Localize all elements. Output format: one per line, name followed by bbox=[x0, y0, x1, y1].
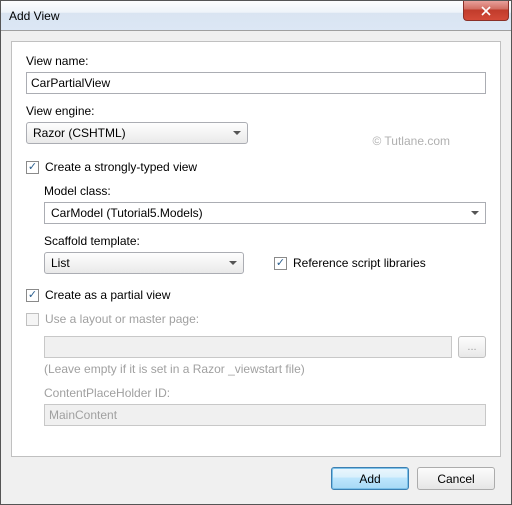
view-name-row: View name: bbox=[26, 54, 486, 94]
view-name-label: View name: bbox=[26, 54, 486, 68]
strongly-typed-row: Create a strongly-typed view bbox=[26, 160, 486, 174]
use-layout-row: Use a layout or master page: bbox=[26, 312, 486, 326]
content-area: © Tutlane.com View name: View engine: Ra… bbox=[1, 31, 511, 504]
button-row: Add Cancel bbox=[11, 457, 501, 494]
view-name-input[interactable] bbox=[26, 72, 486, 94]
ref-script-row: Reference script libraries bbox=[274, 256, 426, 270]
model-class-value: CarModel (Tutorial5.Models) bbox=[51, 206, 203, 220]
window-title: Add View bbox=[9, 9, 463, 23]
chevron-down-icon bbox=[229, 261, 237, 265]
layout-path-input bbox=[44, 336, 452, 358]
scaffold-combo[interactable]: List bbox=[44, 252, 244, 274]
partial-view-label: Create as a partial view bbox=[45, 288, 170, 302]
model-class-label: Model class: bbox=[44, 184, 486, 198]
watermark: © Tutlane.com bbox=[372, 134, 450, 148]
form-panel: © Tutlane.com View name: View engine: Ra… bbox=[11, 41, 501, 457]
cph-row: ContentPlaceHolder ID: bbox=[44, 386, 486, 426]
titlebar: Add View bbox=[1, 1, 511, 31]
add-button[interactable]: Add bbox=[331, 467, 409, 490]
titlebar-buttons bbox=[463, 1, 511, 30]
dialog-window: Add View © Tutlane.com View name: View e… bbox=[0, 0, 512, 505]
view-engine-combo[interactable]: Razor (CSHTML) bbox=[26, 122, 248, 144]
partial-view-checkbox[interactable] bbox=[26, 289, 39, 302]
layout-hint: (Leave empty if it is set in a Razor _vi… bbox=[44, 362, 486, 376]
ref-script-checkbox[interactable] bbox=[274, 257, 287, 270]
chevron-down-icon bbox=[233, 131, 241, 135]
model-class-combo[interactable]: CarModel (Tutorial5.Models) bbox=[44, 202, 486, 224]
use-layout-checkbox bbox=[26, 313, 39, 326]
close-button[interactable] bbox=[463, 1, 509, 21]
cph-label: ContentPlaceHolder ID: bbox=[44, 386, 486, 400]
scaffold-row: Scaffold template: List Reference script… bbox=[44, 234, 486, 274]
close-icon bbox=[481, 6, 491, 16]
browse-label: ... bbox=[467, 341, 476, 353]
partial-view-row: Create as a partial view bbox=[26, 288, 486, 302]
strongly-typed-label: Create a strongly-typed view bbox=[45, 160, 197, 174]
add-button-label: Add bbox=[359, 472, 380, 486]
view-engine-label: View engine: bbox=[26, 104, 486, 118]
strongly-typed-checkbox[interactable] bbox=[26, 161, 39, 174]
chevron-down-icon bbox=[471, 211, 479, 215]
cancel-button-label: Cancel bbox=[437, 472, 474, 486]
use-layout-label: Use a layout or master page: bbox=[45, 312, 199, 326]
view-engine-value: Razor (CSHTML) bbox=[33, 126, 126, 140]
model-class-row: Model class: CarModel (Tutorial5.Models) bbox=[44, 184, 486, 224]
cph-input bbox=[44, 404, 486, 426]
browse-button: ... bbox=[458, 336, 486, 358]
scaffold-label: Scaffold template: bbox=[44, 234, 486, 248]
cancel-button[interactable]: Cancel bbox=[417, 467, 495, 490]
ref-script-label: Reference script libraries bbox=[293, 256, 426, 270]
layout-path-row: ... (Leave empty if it is set in a Razor… bbox=[44, 336, 486, 376]
scaffold-value: List bbox=[51, 256, 70, 270]
